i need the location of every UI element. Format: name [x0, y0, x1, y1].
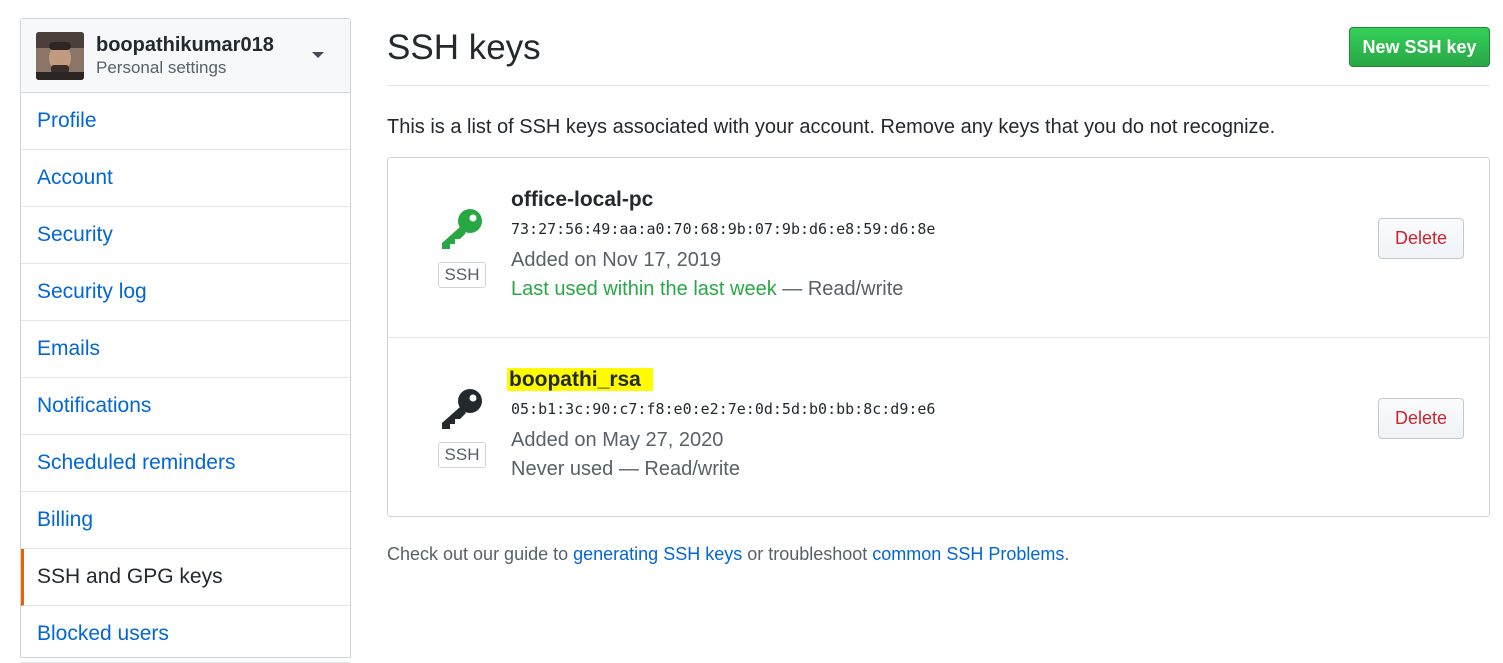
sidebar-item-scheduled-reminders[interactable]: Scheduled reminders — [21, 435, 350, 492]
sidebar-item-profile[interactable]: Profile — [21, 93, 350, 150]
key-usage: Last used within the last week — Read/wr… — [511, 274, 935, 304]
key-fingerprint: 73:27:56:49:aa:a0:70:68:9b:07:9b:d6:e8:5… — [511, 220, 936, 238]
key-added-date: Added on Nov 17, 2019 — [511, 249, 722, 271]
help-middle: or troubleshoot — [742, 544, 873, 564]
account-username: boopathikumar018 — [96, 33, 274, 56]
key-title: office-local-pc — [511, 188, 654, 211]
chevron-down-icon[interactable] — [312, 52, 324, 58]
sidebar-item-blocked-users[interactable]: Blocked users — [21, 606, 350, 663]
sidebar-item-security[interactable]: Security — [21, 207, 350, 264]
key-fingerprint: 05:b1:3c:90:c7:f8:e0:e2:7e:0d:5d:b0:bb:8… — [511, 400, 936, 418]
delete-key-button[interactable]: Delete — [1378, 218, 1464, 259]
new-ssh-key-button[interactable]: New SSH key — [1349, 27, 1490, 67]
avatar — [36, 31, 84, 80]
key-type-label: SSH — [438, 442, 486, 468]
common-ssh-problems-link[interactable]: common SSH Problems — [872, 544, 1064, 564]
page-title: SSH keys — [387, 28, 541, 67]
key-icon — [442, 209, 482, 249]
key-access: — Read/write — [776, 278, 904, 300]
key-usage: Never used — Read/write — [511, 458, 740, 480]
account-subtitle: Personal settings — [96, 57, 227, 77]
ssh-key-list: SSH office-local-pc 73:27:56:49:aa:a0:70… — [387, 157, 1490, 517]
sidebar-item-emails[interactable]: Emails — [21, 321, 350, 378]
sidebar-item-ssh-gpg-keys[interactable]: SSH and GPG keys — [21, 549, 350, 606]
sidebar-item-security-log[interactable]: Security log — [21, 264, 350, 321]
ssh-key-item: SSH office-local-pc 73:27:56:49:aa:a0:70… — [388, 158, 1489, 337]
generating-ssh-keys-link[interactable]: generating SSH keys — [573, 544, 742, 564]
help-text: Check out our guide to generating SSH ke… — [387, 544, 1069, 565]
account-switcher[interactable]: boopathikumar018 Personal settings — [21, 19, 350, 93]
sidebar-item-notifications[interactable]: Notifications — [21, 378, 350, 435]
help-prefix: Check out our guide to — [387, 544, 574, 564]
key-icon — [442, 389, 482, 429]
key-last-used: Last used within the last week — [511, 278, 777, 300]
sidebar-item-billing[interactable]: Billing — [21, 492, 350, 549]
main-content: SSH keys New SSH key This is a list of S… — [387, 18, 1490, 564]
key-type-label: SSH — [438, 262, 486, 288]
help-suffix: . — [1064, 544, 1070, 564]
key-added-date: Added on May 27, 2020 — [511, 429, 724, 451]
settings-sidebar: boopathikumar018 Personal settings Profi… — [20, 18, 351, 663]
sidebar-item-account[interactable]: Account — [21, 150, 350, 207]
delete-key-button[interactable]: Delete — [1378, 398, 1464, 439]
ssh-key-item: SSH boopathi_rsa 05:b1:3c:90:c7:f8:e0:e2… — [388, 337, 1489, 517]
page-header: SSH keys New SSH key — [387, 18, 1490, 86]
intro-text: This is a list of SSH keys associated wi… — [387, 116, 1276, 138]
key-title: boopathi_rsa — [507, 368, 653, 391]
